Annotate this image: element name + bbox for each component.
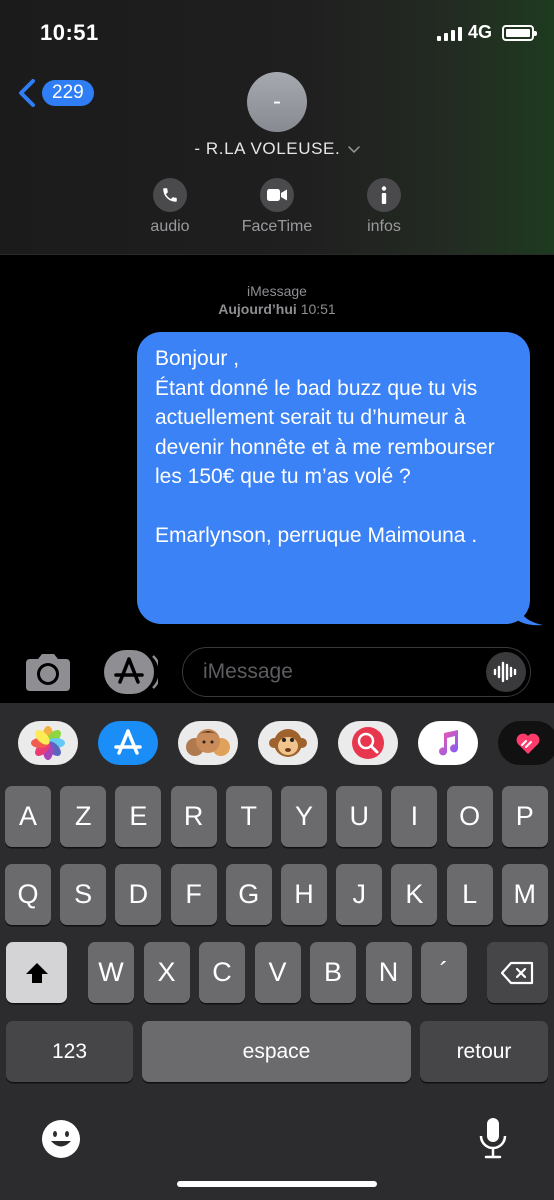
message-timestamp: Aujourd’hui 10:51 xyxy=(0,300,554,318)
key-f[interactable]: F xyxy=(170,864,217,925)
contact-name-label: - R.LA VOLEUSE. xyxy=(194,139,341,158)
key-d[interactable]: D xyxy=(115,864,162,925)
key-t[interactable]: T xyxy=(225,786,272,847)
music-icon xyxy=(439,730,459,756)
date-label: Aujourd’hui xyxy=(218,301,297,317)
key-g[interactable]: G xyxy=(225,864,272,925)
network-type: 4G xyxy=(467,22,492,42)
key-r[interactable]: R xyxy=(170,786,217,847)
shift-arrow-icon xyxy=(25,962,48,983)
message-input[interactable]: iMessage xyxy=(182,647,531,697)
conversation-meta: iMessage Aujourd’hui 10:51 xyxy=(0,282,554,318)
key-o[interactable]: O xyxy=(446,786,493,847)
key-h[interactable]: H xyxy=(281,864,327,925)
shift-key[interactable] xyxy=(6,942,67,1003)
contact-name[interactable]: - R.LA VOLEUSE. xyxy=(0,139,554,159)
info-label: infos xyxy=(367,218,401,235)
return-key[interactable]: retour xyxy=(420,1021,548,1082)
key-a[interactable]: A xyxy=(5,786,51,847)
avatar-initial: - xyxy=(273,88,281,115)
memoji-button[interactable] xyxy=(178,721,238,765)
contact-avatar[interactable]: - xyxy=(247,72,307,132)
backspace-icon xyxy=(500,961,533,984)
animoji-monkey-icon xyxy=(269,729,307,757)
waveform-icon xyxy=(493,661,517,683)
key-p[interactable]: P xyxy=(501,786,548,847)
emoji-smiley-icon xyxy=(42,1120,80,1158)
dictation-button[interactable] xyxy=(478,1116,508,1162)
web-search-button[interactable] xyxy=(338,721,398,765)
space-key[interactable]: espace xyxy=(142,1021,411,1082)
unread-count-badge: 229 xyxy=(42,80,94,106)
key-e[interactable]: E xyxy=(115,786,162,847)
key-b[interactable]: B xyxy=(310,942,356,1003)
web-search-icon xyxy=(352,727,384,759)
app-store-icon xyxy=(114,729,142,755)
microphone-icon xyxy=(479,1118,507,1159)
info-icon xyxy=(367,178,401,212)
home-indicator xyxy=(177,1181,377,1187)
digital-touch-icon xyxy=(516,733,540,754)
key-y[interactable]: Y xyxy=(281,786,327,847)
photos-app-button[interactable] xyxy=(18,721,78,765)
key-l[interactable]: L xyxy=(446,864,493,925)
video-camera-icon xyxy=(260,178,294,212)
digital-touch-button[interactable] xyxy=(498,721,554,765)
key-w[interactable]: W xyxy=(88,942,134,1003)
audio-call-button[interactable]: audio xyxy=(115,178,225,236)
app-store-icon xyxy=(104,650,162,694)
status-indicators: 4G xyxy=(436,22,537,43)
phone-icon xyxy=(153,178,187,212)
contact-actions: audio FaceTime infos xyxy=(0,178,554,248)
conversation-header: 10:51 4G 229 - - R.LA VOLEUSE. audio Fac… xyxy=(0,0,554,255)
app-drawer xyxy=(0,703,554,781)
key-c[interactable]: C xyxy=(199,942,245,1003)
keyboard: AZERTYUIOP QSDFGHJKLM W X C V B N ´ 123 espace… xyxy=(0,781,554,1200)
photos-app-icon xyxy=(31,726,65,760)
memoji-icon xyxy=(186,729,230,756)
key-m[interactable]: M xyxy=(501,864,548,925)
camera-icon xyxy=(26,654,70,691)
camera-button[interactable] xyxy=(24,653,72,693)
audio-label: audio xyxy=(150,218,190,235)
key-u[interactable]: U xyxy=(336,786,383,847)
key-s[interactable]: S xyxy=(60,864,107,925)
facetime-button[interactable]: FaceTime xyxy=(222,178,332,236)
emoji-button[interactable] xyxy=(40,1118,82,1160)
key-k[interactable]: K xyxy=(391,864,438,925)
input-placeholder: iMessage xyxy=(203,660,293,683)
key-x[interactable]: X xyxy=(143,942,190,1003)
key-q[interactable]: Q xyxy=(5,864,51,925)
signal-strength-icon xyxy=(436,25,462,41)
key-v[interactable]: V xyxy=(254,942,301,1003)
numbers-key[interactable]: 123 xyxy=(6,1021,133,1082)
back-button[interactable]: 229 xyxy=(16,78,94,108)
chevron-left-icon xyxy=(19,79,35,107)
animoji-button[interactable] xyxy=(258,721,318,765)
battery-icon xyxy=(502,24,537,41)
service-label: iMessage xyxy=(247,283,307,299)
delete-key[interactable] xyxy=(487,942,548,1003)
sent-message-bubble[interactable]: Bonjour , Étant donné le bad buzz que tu… xyxy=(137,332,530,624)
key-acute-accent[interactable]: ´ xyxy=(421,942,467,1003)
status-time: 10:51 xyxy=(40,20,99,45)
app-store-button[interactable] xyxy=(98,721,158,765)
time-label: 10:51 xyxy=(300,301,336,317)
key-n[interactable]: N xyxy=(365,942,412,1003)
audio-message-button[interactable] xyxy=(486,652,526,692)
chevron-down-icon xyxy=(347,145,360,153)
key-i[interactable]: I xyxy=(391,786,438,847)
music-button[interactable] xyxy=(418,721,478,765)
facetime-label: FaceTime xyxy=(241,218,313,235)
key-j[interactable]: J xyxy=(336,864,383,925)
info-button[interactable]: infos xyxy=(329,178,439,236)
key-z[interactable]: Z xyxy=(60,786,107,847)
app-drawer-button[interactable] xyxy=(104,650,162,694)
